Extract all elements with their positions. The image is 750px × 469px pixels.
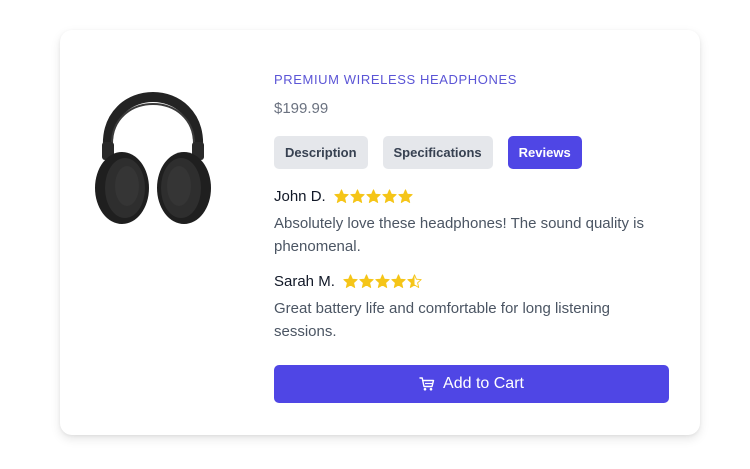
reviewer-name: John D. [274, 187, 326, 205]
tab-bar: Description Specifications Reviews [274, 136, 670, 169]
half-star-icon [407, 273, 422, 288]
product-card: PREMIUM WIRELESS HEADPHONES $199.99 Desc… [60, 30, 700, 435]
tab-description[interactable]: Description [274, 136, 368, 169]
product-title: PREMIUM WIRELESS HEADPHONES [274, 72, 518, 87]
star-rating [343, 273, 422, 289]
product-info: PREMIUM WIRELESS HEADPHONES $199.99 Desc… [274, 68, 670, 403]
add-to-cart-button[interactable]: Add to Cart [274, 365, 669, 403]
star-icon [359, 273, 374, 288]
review-text: Great battery life and comfortable for l… [274, 300, 611, 340]
star-rating [334, 188, 413, 204]
cart-icon [419, 377, 435, 391]
tab-specifications[interactable]: Specifications [382, 136, 493, 169]
tab-reviews[interactable]: Reviews [507, 136, 582, 169]
star-icon [350, 188, 365, 203]
star-icon [334, 188, 349, 203]
review-item: Sarah M. Great battery life and comforta… [274, 270, 670, 343]
star-icon [391, 273, 406, 288]
reviewer-name: Sarah M. [274, 272, 335, 290]
star-icon [375, 273, 390, 288]
star-icon [343, 273, 358, 288]
product-price: $199.99 [274, 100, 329, 117]
headphones-icon [95, 92, 211, 224]
add-to-cart-label: Add to Cart [443, 375, 524, 392]
star-icon [382, 188, 397, 203]
star-icon [398, 188, 413, 203]
review-text: Absolutely love these headphones! The so… [274, 215, 644, 255]
review-item: John D. Absolutely love these headphones… [274, 185, 670, 258]
star-icon [366, 188, 381, 203]
